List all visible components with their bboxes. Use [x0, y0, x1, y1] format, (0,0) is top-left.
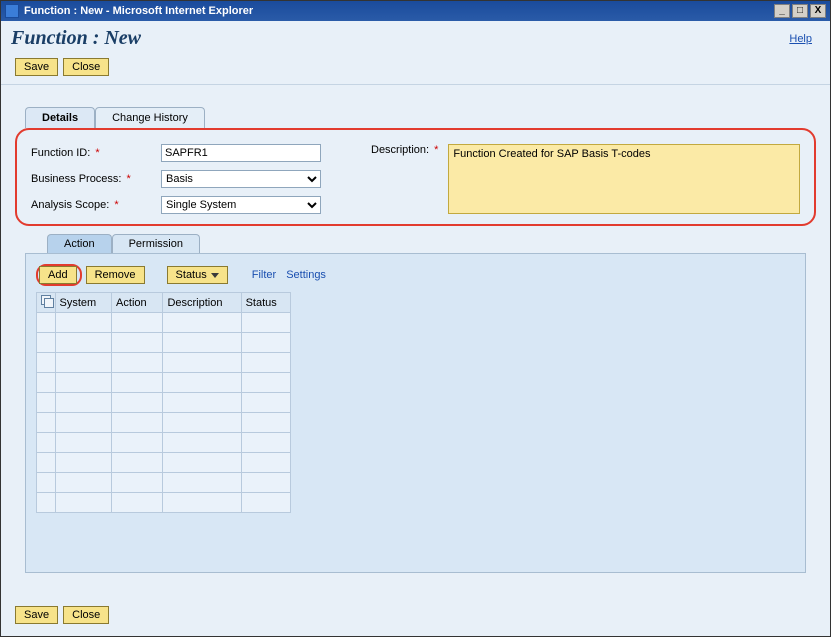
column-system[interactable]: System	[55, 293, 112, 313]
top-toolbar: Save Close	[1, 54, 830, 85]
action-toolbar: Add Remove Status Filter Settings	[36, 264, 795, 286]
remove-button[interactable]: Remove	[86, 266, 145, 284]
settings-link[interactable]: Settings	[286, 269, 326, 281]
function-id-label: Function ID: *	[31, 147, 161, 159]
help-link[interactable]: Help	[789, 33, 812, 45]
close-button[interactable]: Close	[63, 58, 109, 76]
add-button[interactable]: Add	[39, 266, 77, 284]
tab-details[interactable]: Details	[25, 107, 95, 128]
column-select-all[interactable]	[37, 293, 56, 313]
analysis-scope-label: Analysis Scope: *	[31, 199, 161, 211]
app-icon	[5, 4, 19, 18]
tab-action[interactable]: Action	[47, 234, 112, 253]
window-title: Function : New - Microsoft Internet Expl…	[24, 5, 774, 17]
column-description[interactable]: Description	[163, 293, 241, 313]
table-row[interactable]	[37, 433, 291, 453]
table-row[interactable]	[37, 313, 291, 333]
filter-link[interactable]: Filter	[252, 269, 276, 281]
table-row[interactable]	[37, 473, 291, 493]
description-label: Description: *	[371, 144, 438, 214]
window-titlebar: Function : New - Microsoft Internet Expl…	[1, 1, 830, 21]
bottom-toolbar: Save Close	[15, 606, 111, 624]
maximize-button[interactable]: □	[792, 4, 808, 18]
table-row[interactable]	[37, 333, 291, 353]
function-id-input[interactable]	[161, 144, 321, 162]
table-row[interactable]	[37, 453, 291, 473]
page-title: Function : New	[11, 27, 789, 50]
table-row[interactable]	[37, 413, 291, 433]
main-tab-bar: Details Change History	[1, 107, 830, 128]
action-pane: Add Remove Status Filter Settings System…	[25, 253, 806, 573]
minimize-button[interactable]: _	[774, 4, 790, 18]
column-status[interactable]: Status	[241, 293, 290, 313]
close-window-button[interactable]: X	[810, 4, 826, 18]
action-grid: System Action Description Status	[36, 292, 291, 513]
business-process-label: Business Process: *	[31, 173, 161, 185]
table-row[interactable]	[37, 393, 291, 413]
business-process-select[interactable]: Basis	[161, 170, 321, 188]
column-action[interactable]: Action	[112, 293, 163, 313]
select-all-icon	[41, 295, 53, 307]
table-row[interactable]	[37, 493, 291, 513]
grid-body	[37, 313, 291, 513]
status-button[interactable]: Status	[167, 266, 228, 284]
save-button[interactable]: Save	[15, 58, 58, 76]
sub-tab-bar: Action Permission	[1, 234, 830, 253]
close-button-bottom[interactable]: Close	[63, 606, 109, 624]
table-row[interactable]	[37, 353, 291, 373]
tab-permission[interactable]: Permission	[112, 234, 200, 253]
description-textarea[interactable]	[448, 144, 800, 214]
tab-change-history[interactable]: Change History	[95, 107, 205, 128]
table-row[interactable]	[37, 373, 291, 393]
analysis-scope-select[interactable]: Single System	[161, 196, 321, 214]
details-pane: Function ID: * Business Process: * Basis…	[15, 128, 816, 226]
save-button-bottom[interactable]: Save	[15, 606, 58, 624]
